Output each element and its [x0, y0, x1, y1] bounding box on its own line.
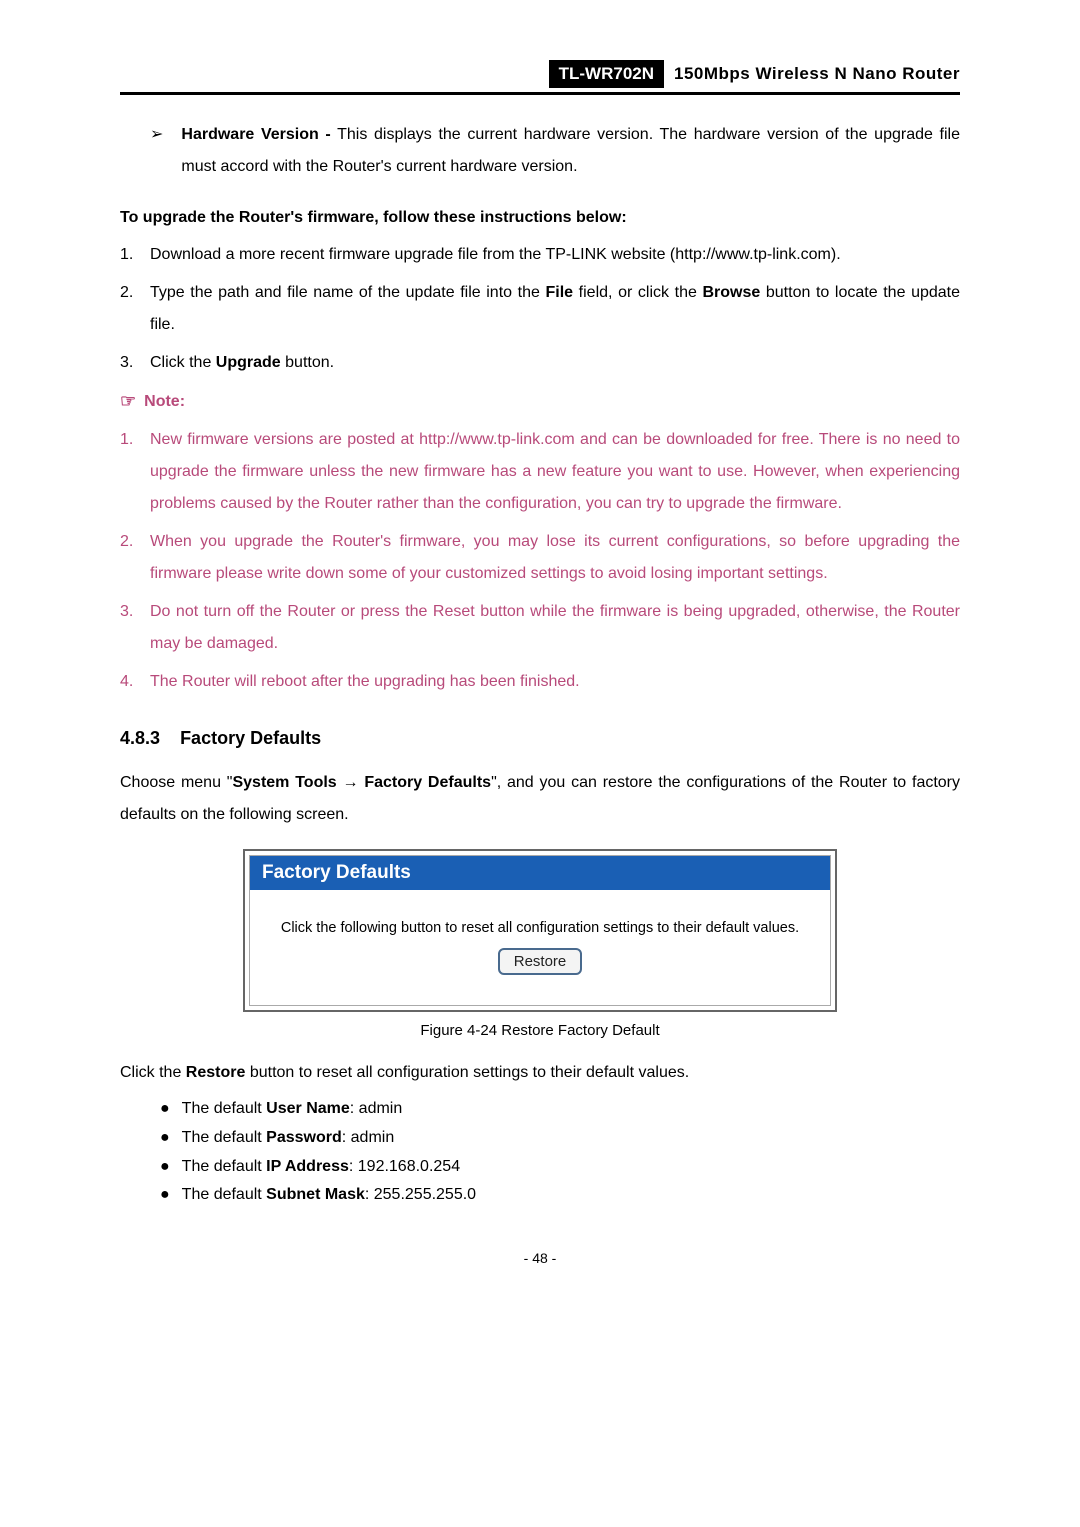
step-text: Download a more recent firmware upgrade …: [150, 239, 960, 271]
section-heading: 4.8.3 Factory Defaults: [120, 728, 960, 749]
note-text: When you upgrade the Router's firmware, …: [150, 526, 960, 590]
header-model: TL-WR702N: [549, 60, 664, 88]
note-number: 1.: [120, 424, 150, 520]
note-2: 2. When you upgrade the Router's firmwar…: [120, 526, 960, 590]
bullet-icon: ●: [160, 1095, 170, 1124]
default-password: ● The default Password: admin: [120, 1124, 960, 1153]
factory-defaults-menu: Factory Defaults: [364, 774, 491, 791]
bullet-icon: ●: [160, 1124, 170, 1153]
page-content: TL-WR702N 150Mbps Wireless N Nano Router…: [0, 0, 1080, 1306]
upgrade-instructions-heading: To upgrade the Router's firmware, follow…: [120, 209, 960, 227]
system-tools-menu: System Tools: [232, 774, 336, 791]
triangle-bullet-icon: ➢: [150, 119, 163, 183]
screenshot-body: Click the following button to reset all …: [250, 890, 830, 1005]
default-item-text: The default Subnet Mask: 255.255.255.0: [182, 1181, 476, 1210]
upgrade-button-label: Upgrade: [216, 354, 281, 371]
step-number: 3.: [120, 347, 150, 379]
step-number: 1.: [120, 239, 150, 271]
note-number: 2.: [120, 526, 150, 590]
hardware-version-bullet: ➢ Hardware Version - This displays the c…: [120, 119, 960, 183]
step-text: Click the Upgrade button.: [150, 347, 960, 379]
default-ip-address: ● The default IP Address: 192.168.0.254: [120, 1153, 960, 1182]
figure-caption: Figure 4-24 Restore Factory Default: [120, 1022, 960, 1039]
note-text: The Router will reboot after the upgradi…: [150, 666, 960, 698]
browse-button-label: Browse: [702, 284, 760, 301]
factory-defaults-screenshot: Factory Defaults Click the following but…: [243, 849, 837, 1012]
restore-label: Restore: [186, 1064, 246, 1081]
default-item-text: The default Password: admin: [182, 1124, 395, 1153]
note-3: 3. Do not turn off the Router or press t…: [120, 596, 960, 660]
note-text: Do not turn off the Router or press the …: [150, 596, 960, 660]
page-header: TL-WR702N 150Mbps Wireless N Nano Router: [120, 60, 960, 95]
screenshot-inner: Factory Defaults Click the following but…: [249, 855, 831, 1006]
step-text: Type the path and file name of the updat…: [150, 277, 960, 341]
step-1: 1. Download a more recent firmware upgra…: [120, 239, 960, 271]
step-number: 2.: [120, 277, 150, 341]
section-title: Factory Defaults: [180, 728, 321, 748]
arrow-icon: →: [337, 774, 365, 791]
note-label: Note:: [144, 393, 185, 411]
file-field-label: File: [546, 284, 574, 301]
note-number: 3.: [120, 596, 150, 660]
screenshot-title: Factory Defaults: [250, 856, 830, 890]
restore-button[interactable]: Restore: [498, 948, 583, 975]
restore-instruction: Click the Restore button to reset all co…: [120, 1057, 960, 1089]
note-heading: ☞ Note:: [120, 391, 960, 412]
hardware-version-label: Hardware Version -: [181, 126, 330, 143]
bullet-icon: ●: [160, 1181, 170, 1210]
tp-link-url: http://www.tp-link.com: [675, 246, 831, 263]
default-subnet-mask: ● The default Subnet Mask: 255.255.255.0: [120, 1181, 960, 1210]
screenshot-text: Click the following button to reset all …: [270, 920, 810, 936]
pointing-hand-icon: ☞: [120, 391, 136, 412]
section-number: 4.8.3: [120, 728, 160, 748]
default-item-text: The default IP Address: 192.168.0.254: [182, 1153, 460, 1182]
header-description: 150Mbps Wireless N Nano Router: [674, 64, 960, 84]
step-2: 2. Type the path and file name of the up…: [120, 277, 960, 341]
note-number: 4.: [120, 666, 150, 698]
default-item-text: The default User Name: admin: [182, 1095, 403, 1124]
step-3: 3. Click the Upgrade button.: [120, 347, 960, 379]
default-user-name: ● The default User Name: admin: [120, 1095, 960, 1124]
hardware-version-text: Hardware Version - This displays the cur…: [181, 119, 960, 183]
factory-defaults-intro: Choose menu "System Tools → Factory Defa…: [120, 767, 960, 831]
note-1: 1. New firmware versions are posted at h…: [120, 424, 960, 520]
note-text: New firmware versions are posted at http…: [150, 424, 960, 520]
note-4: 4. The Router will reboot after the upgr…: [120, 666, 960, 698]
bullet-icon: ●: [160, 1153, 170, 1182]
page-number: - 48 -: [120, 1250, 960, 1266]
